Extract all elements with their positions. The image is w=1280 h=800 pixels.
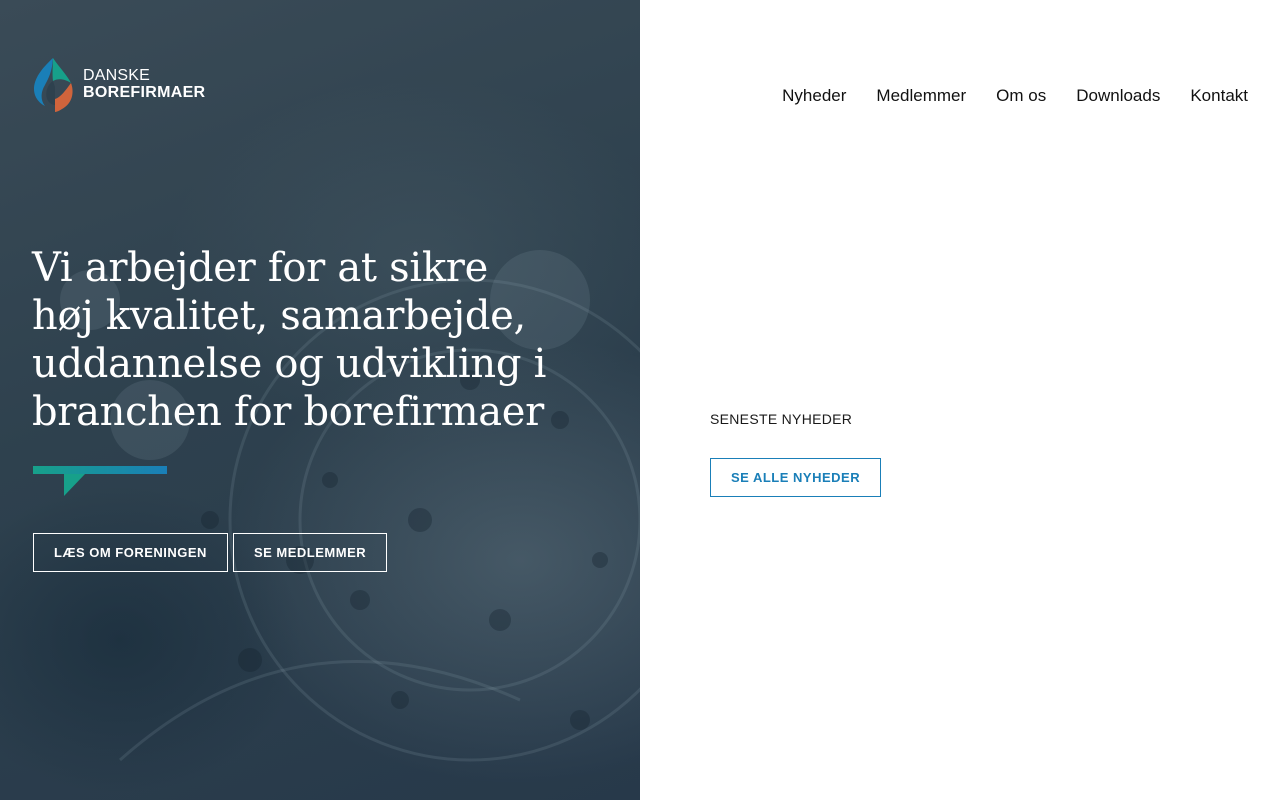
about-association-button[interactable]: LÆS OM FORENINGEN	[33, 533, 228, 572]
see-members-button[interactable]: SE MEDLEMMER	[232, 533, 388, 572]
logo-line1: DANSKE	[83, 67, 150, 85]
logo-icon	[34, 58, 73, 112]
logo-wordmark: DANSKE BOREFIRMAER	[83, 67, 206, 102]
see-all-news-button[interactable]: SE ALLE NYHEDER	[710, 458, 882, 497]
accent-flag-icon	[33, 466, 167, 496]
hero-section: DANSKE BOREFIRMAER Vi arbejder for at si…	[0, 0, 640, 800]
nav-item-downloads[interactable]: Downloads	[1076, 86, 1160, 106]
nav-item-om-os[interactable]: Om os	[996, 86, 1046, 106]
logo[interactable]: DANSKE BOREFIRMAER	[33, 57, 205, 113]
main-nav: Nyheder Medlemmer Om os Downloads Kontak…	[782, 86, 1248, 106]
hero-button-group: LÆS OM FORENINGEN SE MEDLEMMER	[33, 533, 388, 572]
latest-news-heading: SENESTE NYHEDER	[710, 411, 853, 427]
nav-item-nyheder[interactable]: Nyheder	[782, 86, 846, 106]
nav-item-kontakt[interactable]: Kontakt	[1190, 86, 1248, 106]
hero-headline: Vi arbejder for at sikre høj kvalitet, s…	[32, 245, 547, 435]
nav-item-medlemmer[interactable]: Medlemmer	[876, 86, 966, 106]
logo-line2: BOREFIRMAER	[83, 84, 206, 101]
